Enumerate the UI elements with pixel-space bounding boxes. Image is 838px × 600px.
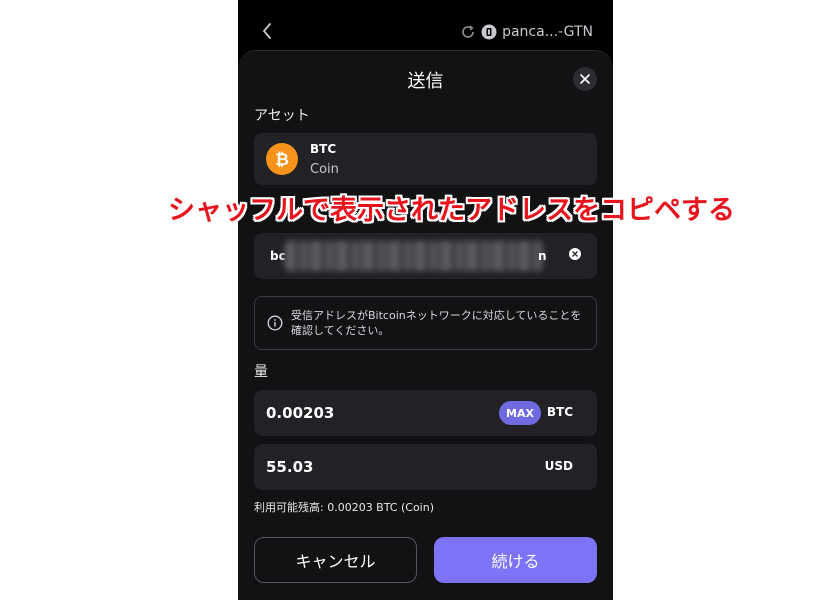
recipient-address-input[interactable]: bc n bbox=[254, 233, 597, 279]
asset-selector[interactable]: ₿ BTC Coin bbox=[254, 133, 597, 185]
fiat-amount-value: 55.03 bbox=[266, 458, 314, 476]
refresh-icon bbox=[462, 25, 474, 38]
asset-section-label: アセット bbox=[254, 108, 310, 124]
top-bar: panca...-GTN bbox=[238, 0, 613, 56]
annotation-caption: シャッフルで表示されたアドレスをコピペする bbox=[168, 195, 735, 226]
account-switcher[interactable]: panca...-GTN bbox=[460, 20, 593, 44]
notice-text: 受信アドレスがBitcoinネットワークに対応していることを確認してください。 bbox=[291, 309, 582, 337]
network-notice: 受信アドレスがBitcoinネットワークに対応していることを確認してください。 bbox=[254, 296, 597, 350]
wallet-icon bbox=[481, 24, 497, 40]
chevron-left-icon bbox=[262, 23, 271, 39]
crypto-unit: BTC bbox=[546, 405, 573, 419]
back-button[interactable] bbox=[258, 19, 276, 43]
clear-address-button[interactable] bbox=[569, 248, 581, 260]
close-button[interactable] bbox=[573, 67, 597, 91]
account-name: panca...-GTN bbox=[502, 24, 593, 40]
fiat-unit: USD bbox=[544, 459, 573, 473]
clear-icon bbox=[572, 251, 578, 257]
crypto-amount-value: 0.00203 bbox=[266, 404, 335, 422]
crypto-amount-input[interactable]: 0.00203 MAX BTC bbox=[254, 390, 597, 436]
asset-symbol: BTC bbox=[310, 141, 337, 156]
asset-name: Coin bbox=[310, 161, 339, 177]
continue-button[interactable]: 続ける bbox=[434, 537, 597, 583]
fiat-amount-input[interactable]: 55.03 USD bbox=[254, 444, 597, 490]
sheet-title: 送信 bbox=[407, 71, 444, 92]
cancel-button[interactable]: キャンセル bbox=[254, 537, 417, 583]
asset-info: BTC Coin bbox=[310, 142, 339, 177]
bitcoin-icon: ₿ bbox=[266, 143, 298, 175]
max-button[interactable]: MAX bbox=[499, 401, 541, 425]
address-suffix: n bbox=[538, 249, 547, 263]
close-icon bbox=[580, 74, 590, 84]
send-sheet: 送信 アセット ₿ BTC Coin bc n 受信アドレスがBitcoinネッ… bbox=[238, 50, 613, 600]
info-icon bbox=[267, 315, 283, 331]
address-blur-mask bbox=[284, 241, 544, 271]
available-balance: 利用可能残高: 0.00203 BTC (Coin) bbox=[254, 501, 435, 514]
wallet-screen: panca...-GTN 送信 アセット ₿ BTC Coin bc n 受信ア… bbox=[238, 0, 613, 600]
svg-text:₿: ₿ bbox=[275, 150, 289, 168]
amount-section-label: 量 bbox=[254, 364, 268, 380]
